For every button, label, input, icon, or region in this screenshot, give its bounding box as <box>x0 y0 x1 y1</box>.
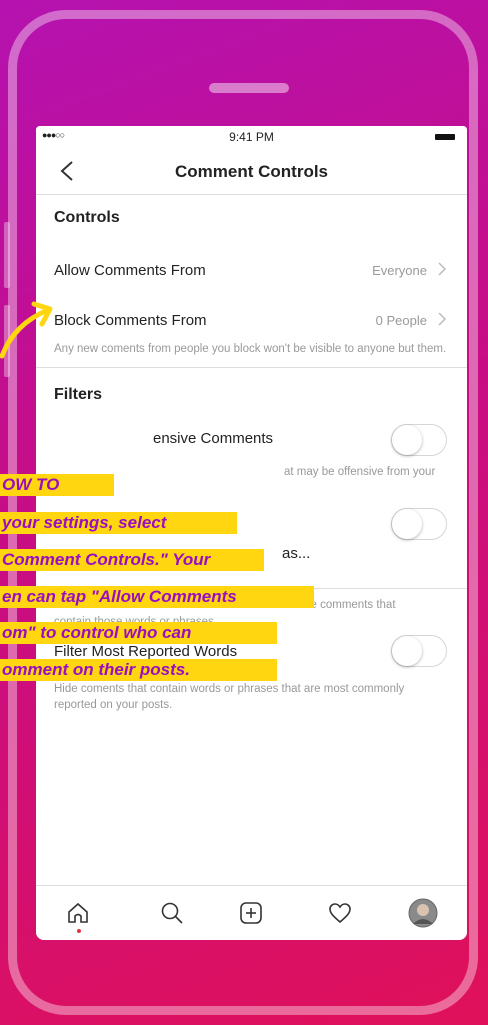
allow-comments-label: Allow Comments From <box>54 262 206 279</box>
offensive-filter-description: at may be offensive from your <box>284 466 436 478</box>
overlay-line-6: omment on their posts. <box>0 659 277 681</box>
overlay-line-5: om" to control who can <box>0 622 277 644</box>
chevron-right-icon <box>438 262 447 276</box>
overlay-line-2: your settings, select <box>0 512 237 534</box>
nav-bar: Comment Controls <box>36 148 467 195</box>
offensive-filter-label: ensive Comments <box>153 430 274 447</box>
block-comments-value: 0 People <box>375 313 427 328</box>
status-time: 9:41 PM <box>229 130 274 144</box>
offensive-filter-toggle[interactable] <box>391 424 447 456</box>
reported-words-description: Hide coments that contain words or phras… <box>54 683 405 711</box>
allow-comments-row[interactable]: Allow Comments From Everyone <box>36 245 467 295</box>
reported-words-label: Filter Most Reported Words <box>54 643 238 660</box>
add-post-icon[interactable] <box>239 901 263 925</box>
notification-dot <box>77 929 81 933</box>
block-comments-label: Block Comments From <box>54 312 207 329</box>
overlay-line-4: en can tap "Allow Comments <box>0 586 314 608</box>
chevron-right-icon <box>438 312 447 326</box>
home-icon[interactable] <box>66 901 90 925</box>
block-comments-row[interactable]: Block Comments From 0 People <box>36 295 467 345</box>
reported-words-toggle[interactable] <box>391 635 447 667</box>
activity-heart-icon[interactable] <box>328 901 352 925</box>
manual-filter-label: as... <box>282 545 311 562</box>
allow-comments-value: Everyone <box>372 263 427 278</box>
phone-side-button-top <box>4 222 10 288</box>
profile-avatar[interactable] <box>408 898 438 928</box>
page-title: Comment Controls <box>175 162 328 181</box>
toggle-knob <box>392 636 422 666</box>
phone-speaker <box>209 83 289 93</box>
controls-heading: Controls <box>54 209 120 226</box>
status-bar: ●●●○○ 9:41 PM <box>36 126 467 148</box>
yellow-arrow-icon <box>0 301 53 359</box>
tab-bar <box>36 885 467 940</box>
manual-filter-toggle[interactable] <box>391 508 447 540</box>
toggle-knob <box>392 509 422 539</box>
toggle-knob <box>392 425 422 455</box>
search-icon[interactable] <box>160 901 184 925</box>
overlay-line-3: Comment Controls." Your <box>0 549 264 571</box>
battery-icon <box>435 134 455 140</box>
filters-heading: Filters <box>54 386 103 403</box>
overlay-line-1: OW TO <box>0 474 114 496</box>
